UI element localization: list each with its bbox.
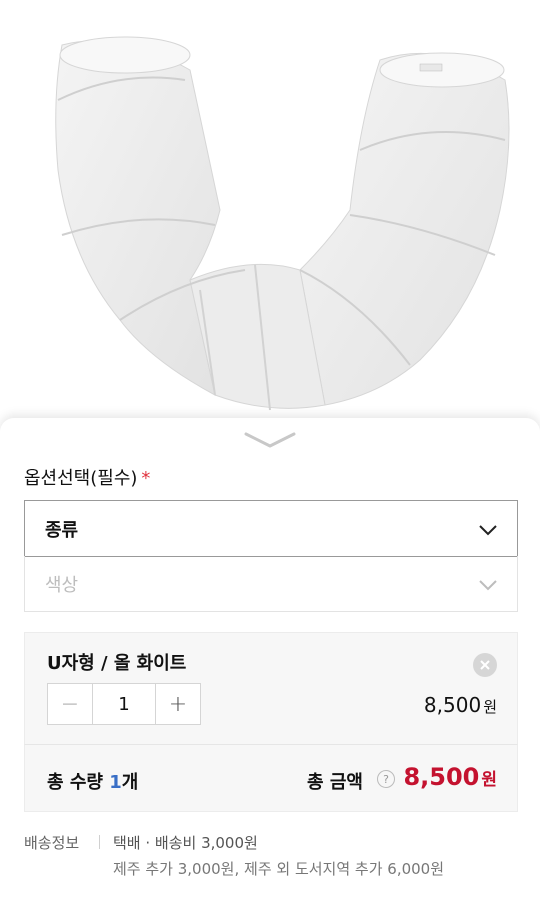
- total-qty-label: 총 수량: [47, 772, 110, 793]
- product-image: [0, 0, 540, 420]
- option-section-title: 옵션선택(필수) *: [24, 464, 150, 490]
- shipping-label: 배송정보: [24, 834, 80, 852]
- item-price-value: 8,500: [423, 693, 482, 717]
- total-amount: 8,500 원: [403, 763, 497, 791]
- decrement-button[interactable]: −: [48, 684, 92, 724]
- total-quantity: 총 수량 1개: [47, 768, 138, 794]
- total-amount-value: 8,500: [403, 763, 480, 791]
- shipping-extra: 제주 추가 3,000원, 제주 외 도서지역 추가 6,000원: [113, 860, 445, 878]
- close-icon: [480, 660, 490, 670]
- total-qty-value: 1: [109, 772, 122, 793]
- shipping-main: 택배 · 배송비 3,000원: [113, 834, 258, 852]
- color-select: 색상: [24, 556, 518, 612]
- totals-bar: 총 수량 1개 총 금액 ? 8,500 원: [24, 744, 518, 812]
- chevron-down-icon: [479, 525, 497, 536]
- chevron-down-icon: [479, 580, 497, 591]
- total-amount-label: 총 금액: [307, 772, 363, 793]
- selected-item: U자형 / 올 화이트 − 1 + 8,500 원: [24, 632, 518, 744]
- total-qty-suffix: 개: [121, 772, 139, 793]
- quantity-value[interactable]: 1: [92, 684, 156, 724]
- chevron-down-icon[interactable]: [242, 430, 298, 450]
- item-price-unit: 원: [483, 698, 497, 716]
- required-mark: *: [141, 468, 151, 489]
- selected-item-name: U자형 / 올 화이트: [47, 653, 187, 674]
- help-icon[interactable]: ?: [377, 770, 395, 788]
- type-select-label: 종류: [45, 519, 79, 541]
- type-select[interactable]: 종류: [24, 500, 518, 557]
- item-price: 8,500 원: [424, 693, 497, 717]
- color-select-label: 색상: [45, 574, 79, 596]
- remove-item-button[interactable]: [473, 653, 497, 677]
- total-amount-unit: 원: [481, 770, 497, 790]
- divider: [99, 835, 100, 849]
- tunnel-illustration: [55, 36, 510, 411]
- option-bottom-sheet: 옵션선택(필수) * 종류 색상 U자형 / 올 화이트 − 1 + 8,500 원: [0, 418, 540, 922]
- option-title-text: 옵션선택(필수): [24, 468, 138, 489]
- quantity-stepper: − 1 +: [47, 683, 201, 725]
- increment-button[interactable]: +: [156, 684, 200, 724]
